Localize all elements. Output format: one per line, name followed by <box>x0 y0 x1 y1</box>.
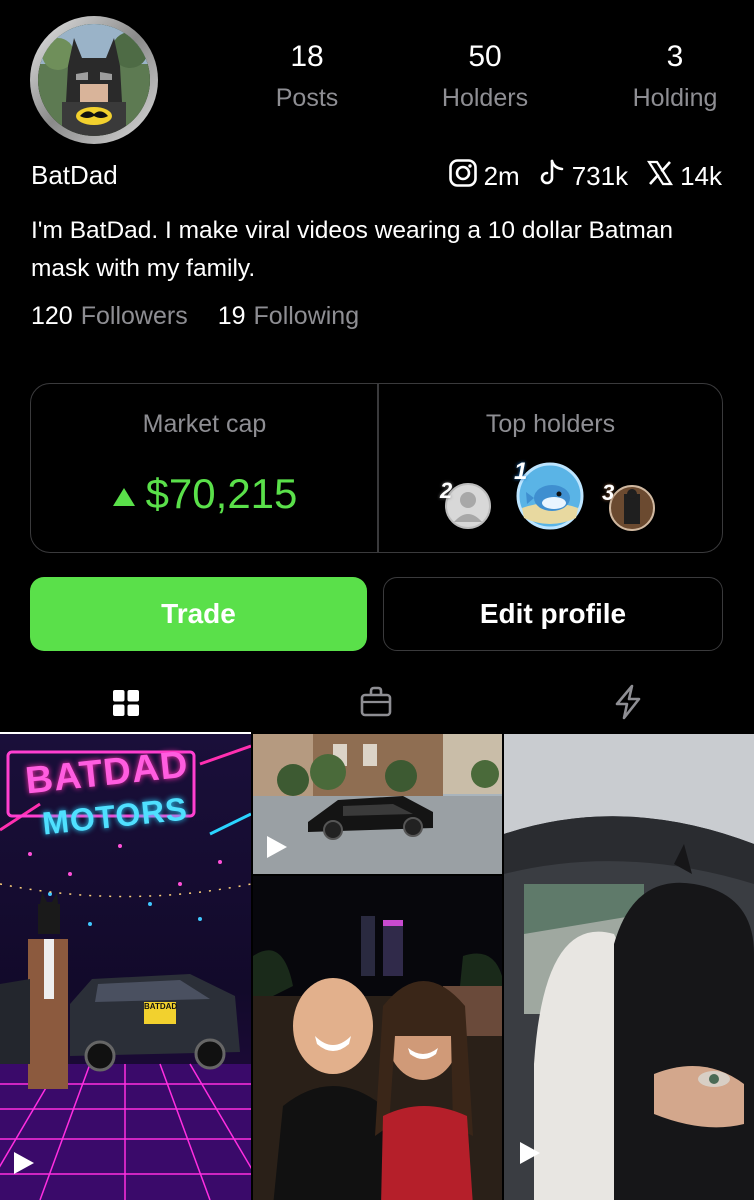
play-icon <box>520 1142 540 1164</box>
post-tile-3[interactable] <box>253 876 502 1200</box>
holding-label: Holding <box>632 84 718 112</box>
holders-label: Holders <box>441 84 529 112</box>
post-tile-1[interactable]: BATDAD MOTORS BATDAD <box>0 734 251 1200</box>
follow-counts: 120 Followers 19 Following <box>31 302 359 331</box>
edit-profile-button[interactable]: Edit profile <box>383 577 723 651</box>
triangle-up-icon <box>112 469 136 517</box>
top-holders-label: Top holders <box>485 410 616 438</box>
play-icon <box>267 836 287 858</box>
posts-stat[interactable]: 18 Posts <box>232 40 382 113</box>
followers-count: 120 <box>31 302 73 330</box>
trade-button[interactable]: Trade <box>30 577 367 651</box>
profile-name: BatDad <box>31 160 118 190</box>
x-count: 14k <box>680 161 722 191</box>
rank-badge-1: 1 <box>514 458 528 485</box>
social-links: 2m 731k 14k <box>438 158 722 195</box>
x-link[interactable]: 14k <box>646 159 722 194</box>
holding-count: 3 <box>666 40 684 73</box>
top-holder-3[interactable]: 3 <box>602 480 658 536</box>
followers-link[interactable]: 120 Followers <box>31 302 188 331</box>
tiktok-icon <box>538 158 566 195</box>
profile-bio: I'm BatDad. I make viral videos wearing … <box>31 217 673 282</box>
tiktok-link[interactable]: 731k <box>538 158 628 195</box>
lightning-icon <box>613 684 643 725</box>
x-icon <box>646 159 674 194</box>
shopping-bag-icon <box>359 685 393 724</box>
posts-label: Posts <box>275 84 339 112</box>
top-holder-2[interactable]: 2 <box>440 478 496 534</box>
tab-activity[interactable] <box>503 680 754 730</box>
posts-count: 18 <box>290 40 324 73</box>
profile-avatar[interactable] <box>30 16 158 144</box>
market-cap-amount: $70,215 <box>145 470 298 517</box>
car-badge-text: BATDAD <box>144 1002 178 1011</box>
following-link[interactable]: 19 Following <box>218 302 359 331</box>
tiktok-count: 731k <box>571 161 629 191</box>
play-icon <box>14 1152 34 1174</box>
followers-label: Followers <box>80 302 188 330</box>
rank-badge-3: 3 <box>602 480 615 505</box>
tab-grid[interactable] <box>0 680 251 730</box>
rank-badge-2: 2 <box>440 478 453 503</box>
market-cap-label: Market cap <box>142 410 267 438</box>
following-count: 19 <box>217 302 246 330</box>
market-cap-value[interactable]: $70,215 <box>32 470 377 521</box>
post-tile-4[interactable] <box>504 734 754 1200</box>
instagram-icon <box>448 158 478 195</box>
instagram-link[interactable]: 2m <box>448 158 520 195</box>
post-tile-2[interactable] <box>253 734 502 874</box>
holders-stat[interactable]: 50 Holders <box>410 40 560 113</box>
holders-count: 50 <box>468 40 502 73</box>
following-label: Following <box>253 302 360 330</box>
top-holder-1[interactable]: 1 <box>510 458 588 530</box>
grid-icon <box>112 689 140 722</box>
tab-shop[interactable] <box>251 680 503 730</box>
holding-stat[interactable]: 3 Holding <box>600 40 750 113</box>
instagram-count: 2m <box>483 161 520 191</box>
